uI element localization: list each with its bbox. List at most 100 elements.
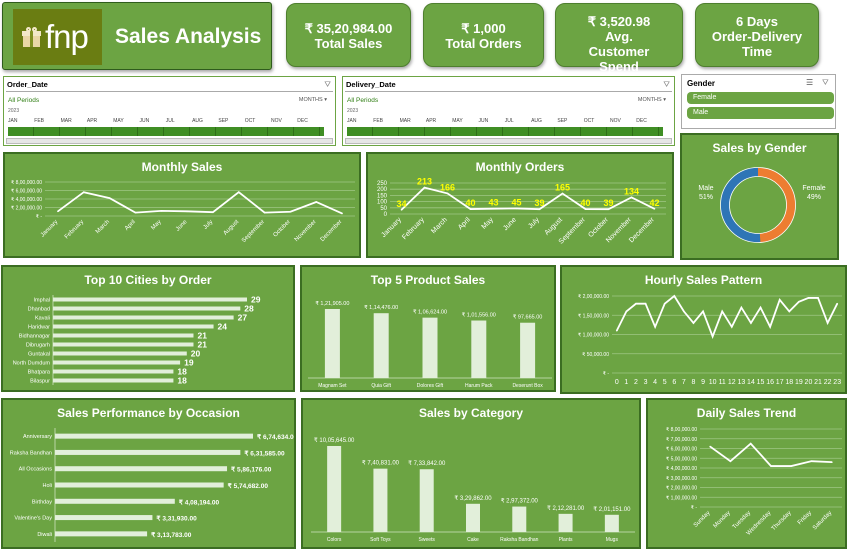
category-label: North Dumdum bbox=[13, 361, 51, 367]
x-tick-label: 14 bbox=[747, 379, 755, 386]
bar bbox=[55, 466, 228, 472]
timeline-month-label[interactable]: AUG bbox=[192, 118, 203, 124]
bar bbox=[53, 306, 241, 311]
x-tick-label: August bbox=[223, 219, 241, 237]
x-tick-label: 13 bbox=[737, 379, 745, 386]
order-date-timeline[interactable]: Order_Date ⛛ All Periods MONTHS ▾ 2023 J… bbox=[3, 76, 336, 146]
category-label: Harum Pack bbox=[465, 383, 493, 389]
x-tick-label: March bbox=[95, 219, 111, 235]
category-label: Mugs bbox=[606, 537, 619, 543]
y-tick-label: ₹ 2,00,000.00 bbox=[578, 294, 609, 300]
kpi-label: Total Sales bbox=[314, 36, 383, 51]
data-label: 18 bbox=[177, 376, 187, 386]
bar bbox=[373, 468, 388, 532]
gender-slicer[interactable]: Gender ☰ ⛛ Female Male bbox=[681, 74, 836, 129]
timeline-month-label[interactable]: SEP bbox=[557, 118, 567, 124]
clear-filter-icon[interactable]: ⛛ bbox=[324, 80, 331, 90]
data-point bbox=[683, 310, 685, 313]
monthly-sales-chart: ₹ - ₹ 2,00,000.00 ₹ 4,00,000.00 ₹ 6,00,000.… bbox=[11, 180, 355, 244]
data-point bbox=[237, 191, 240, 193]
clear-filter-icon[interactable]: ⛛ bbox=[822, 78, 829, 88]
timeline-month-label[interactable]: MAR bbox=[400, 118, 411, 124]
data-point bbox=[625, 310, 628, 313]
timeline-month-label[interactable]: DEC bbox=[636, 118, 647, 124]
timeline-month-label[interactable]: AUG bbox=[531, 118, 542, 124]
data-point bbox=[750, 322, 752, 324]
y-tick-label: ₹ 4,00,000.00 bbox=[666, 466, 697, 472]
bar bbox=[373, 313, 389, 378]
data-point bbox=[826, 322, 829, 324]
x-tick-label: January bbox=[40, 219, 59, 238]
x-tick-label: 18 bbox=[785, 379, 793, 386]
timeline-month-label[interactable]: JAN bbox=[8, 118, 17, 124]
timeline-month-label[interactable]: NOV bbox=[610, 118, 621, 124]
hourly-sales-chart: ₹ - ₹ 50,000.00 ₹ 1,00,000.00 ₹ 1,50,000.00… bbox=[578, 294, 842, 386]
timeline-month-label[interactable]: FEB bbox=[34, 118, 44, 124]
kpi-value: 6 Days bbox=[736, 14, 778, 29]
x-tick-label: 10 bbox=[709, 379, 717, 386]
data-point bbox=[817, 297, 819, 299]
timeline-month-label[interactable]: NOV bbox=[271, 118, 282, 124]
bar bbox=[53, 360, 181, 365]
timeline-month-label[interactable]: MAY bbox=[452, 118, 462, 124]
pct-label: 51% bbox=[699, 194, 713, 201]
gender-option-male[interactable]: Male bbox=[687, 107, 834, 119]
clear-filter-icon[interactable]: ⛛ bbox=[663, 80, 670, 90]
timeline-month-label[interactable]: JUN bbox=[479, 118, 489, 124]
timeline-month-label[interactable]: APR bbox=[87, 118, 97, 124]
kpi-value: ₹ 1,000 bbox=[461, 21, 506, 36]
bar bbox=[53, 333, 194, 338]
data-label: 27 bbox=[238, 313, 248, 323]
timeline-month-label[interactable]: JUL bbox=[505, 118, 514, 124]
timeline-month-label[interactable]: JAN bbox=[347, 118, 356, 124]
data-point bbox=[729, 460, 732, 462]
data-label: ₹ 97,665.00 bbox=[513, 314, 543, 321]
sales-by-gender-panel: Sales by Gender Male 51% Female 49% bbox=[680, 133, 839, 260]
data-point bbox=[630, 196, 633, 199]
timeline-bar[interactable] bbox=[8, 127, 324, 136]
bar bbox=[55, 433, 253, 439]
gender-option-female[interactable]: Female bbox=[687, 92, 834, 104]
timeline-scrollbar[interactable] bbox=[345, 138, 672, 144]
slicer-title: Gender bbox=[687, 79, 716, 88]
category-label: Birthday bbox=[32, 499, 52, 505]
category-label: Plants bbox=[559, 537, 573, 543]
data-point bbox=[82, 191, 85, 193]
data-point bbox=[446, 192, 449, 195]
category-label: Anniversary bbox=[23, 434, 52, 440]
timeline-month-label[interactable]: OCT bbox=[245, 118, 256, 124]
timeline-month-label[interactable]: JUL bbox=[166, 118, 175, 124]
timeline-month-label[interactable]: JUN bbox=[140, 118, 150, 124]
timeline-month-label[interactable]: APR bbox=[426, 118, 436, 124]
timeline-month-label[interactable]: SEP bbox=[218, 118, 228, 124]
timeline-bar[interactable] bbox=[347, 127, 663, 136]
x-tick-label: 6 bbox=[672, 379, 676, 386]
x-tick-label: April bbox=[124, 219, 137, 232]
timeline-level-dropdown[interactable]: MONTHS ▾ bbox=[638, 97, 666, 103]
timeline-month-label[interactable]: MAY bbox=[113, 118, 123, 124]
timeline-month-label[interactable]: DEC bbox=[297, 118, 308, 124]
timeline-scrollbar[interactable] bbox=[6, 138, 333, 144]
y-tick-label: ₹ 1,00,000.00 bbox=[666, 495, 697, 501]
timeline-level-dropdown[interactable]: MONTHS ▾ bbox=[299, 97, 327, 103]
x-tick-label: July bbox=[203, 219, 215, 231]
multi-select-icon[interactable]: ☰ bbox=[806, 78, 813, 87]
data-label: ₹ 10,05,645.00 bbox=[314, 437, 355, 444]
data-label: ₹ 2,01,151.00 bbox=[593, 506, 631, 513]
data-point bbox=[721, 310, 724, 313]
data-point bbox=[263, 211, 266, 214]
x-tick-label: 16 bbox=[766, 379, 774, 386]
timeline-month-label[interactable]: FEB bbox=[373, 118, 383, 124]
x-tick-label: 20 bbox=[805, 379, 813, 386]
x-tick-label: October bbox=[272, 219, 291, 238]
x-tick-label: December bbox=[320, 219, 344, 243]
category-label: Imphal bbox=[33, 298, 50, 304]
data-point bbox=[709, 445, 711, 448]
data-point bbox=[810, 460, 813, 462]
delivery-date-timeline[interactable]: Delivery_Date ⛛ All Periods MONTHS ▾ 202… bbox=[342, 76, 675, 146]
monthly-sales-panel: Monthly Sales ₹ - ₹ 2,00,000.00 ₹ 4,00,000… bbox=[3, 152, 361, 258]
timeline-month-label[interactable]: MAR bbox=[61, 118, 72, 124]
y-tick-label: 50 bbox=[380, 206, 387, 212]
data-point bbox=[584, 208, 587, 210]
timeline-month-label[interactable]: OCT bbox=[584, 118, 595, 124]
